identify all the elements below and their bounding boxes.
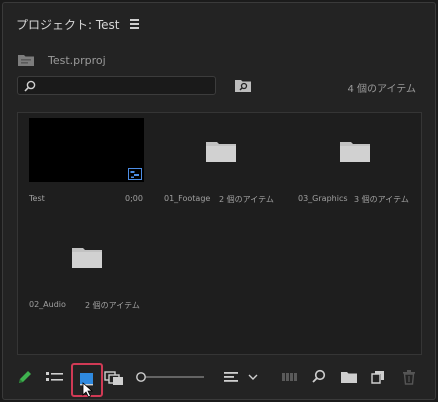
icon-view-button[interactable]: [71, 363, 103, 398]
sequence-badge-icon: [128, 168, 142, 180]
panel-menu-icon[interactable]: [129, 19, 141, 29]
chevron-down-icon[interactable]: [247, 368, 259, 386]
project-panel: プロジェクト: Test Test.prproj 4 個のアイテム Test 0…: [2, 2, 436, 400]
zoom-slider[interactable]: [134, 368, 206, 386]
folder-icon[interactable]: [206, 140, 236, 162]
bottom-toolbar: [0, 362, 438, 398]
item-name[interactable]: Test: [29, 194, 45, 203]
folder-icon[interactable]: [340, 140, 370, 162]
item-count-meta: 2 個のアイテム: [219, 195, 274, 204]
search-input[interactable]: [17, 76, 216, 95]
item-duration: 0;00: [125, 194, 143, 203]
new-item-icon[interactable]: [370, 368, 386, 386]
project-file-row: Test.prproj: [18, 51, 106, 69]
item-count: 4 個のアイテム: [347, 84, 416, 95]
list-view-icon[interactable]: [45, 368, 65, 386]
automate-to-sequence-icon: [282, 373, 297, 381]
sort-icon[interactable]: [222, 368, 240, 386]
mouse-cursor-icon: [82, 382, 94, 398]
item-count-meta: 3 個のアイテム: [354, 195, 409, 204]
project-file-icon: [18, 55, 34, 66]
pencil-icon[interactable]: [16, 368, 32, 386]
folder-icon[interactable]: [72, 246, 102, 268]
bin-icon-grid[interactable]: Test 0;00 01_Footage 2 個のアイテム 03_Graphic…: [17, 112, 422, 355]
panel-header: プロジェクト: Test: [16, 14, 141, 34]
find-in-bin-icon[interactable]: [235, 79, 251, 92]
trash-icon: [403, 370, 415, 385]
sequence-thumbnail[interactable]: [29, 118, 144, 182]
item-name[interactable]: 03_Graphics: [298, 194, 348, 203]
panel-title[interactable]: プロジェクト: Test: [16, 16, 120, 33]
project-file-name: Test.prproj: [48, 53, 106, 67]
item-name[interactable]: 01_Footage: [164, 194, 210, 203]
freeform-view-icon[interactable]: [104, 368, 124, 386]
search-icon: [24, 80, 36, 92]
find-icon[interactable]: [311, 368, 327, 386]
item-name[interactable]: 02_Audio: [29, 300, 66, 309]
new-bin-icon[interactable]: [340, 368, 358, 386]
item-count-meta: 2 個のアイテム: [85, 301, 140, 310]
